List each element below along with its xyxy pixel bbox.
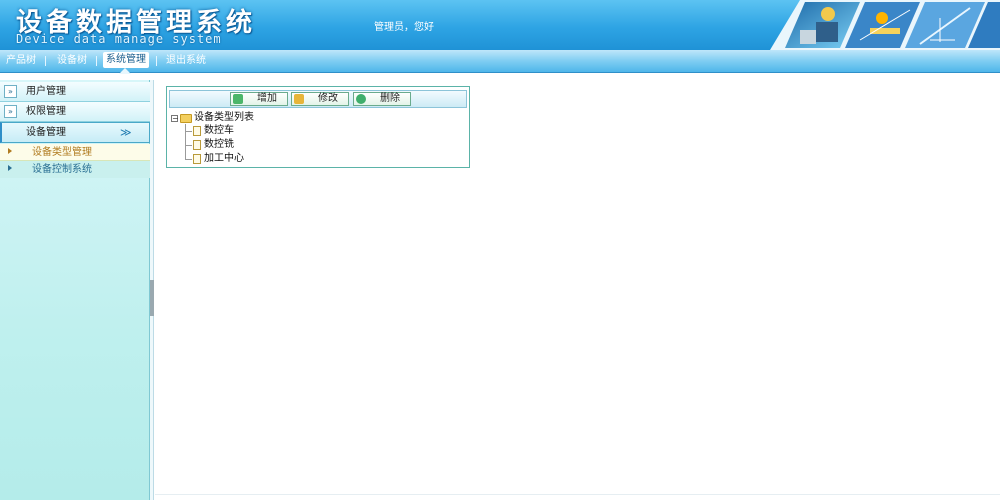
sidebar-group-user-management[interactable]: » 用户管理	[0, 82, 150, 102]
sidebar-item-device-type-management[interactable]: 设备类型管理	[0, 144, 150, 161]
edit-button[interactable]: 修改	[291, 92, 349, 106]
triangle-right-icon	[8, 148, 12, 154]
tree-connector	[185, 159, 192, 160]
sidebar-group-label: 权限管理	[26, 106, 66, 117]
add-button[interactable]: 增加	[230, 92, 288, 106]
file-icon	[193, 154, 201, 164]
double-chevron-right-icon: ≫	[120, 126, 132, 139]
device-type-panel: 增加 修改 删除 − 设备类型列表 数控车 数控铣 加工中心	[166, 86, 470, 168]
double-chevron-right-icon: »	[4, 105, 17, 118]
tree-connector	[185, 145, 192, 146]
nav-active-pointer	[119, 68, 131, 74]
main-nav: 产品树 设备树 系统管理 退出系统	[0, 50, 1000, 73]
tree-node-child[interactable]: 数控铣	[204, 138, 234, 152]
splitter-handle[interactable]	[150, 280, 154, 316]
sidebar: » 用户管理 » 权限管理 设备管理 ≫ 设备类型管理 设备控制系统	[0, 80, 150, 500]
sidebar-group-label: 设备管理	[26, 127, 66, 138]
delete-icon	[356, 94, 366, 104]
edit-icon	[294, 94, 304, 104]
folder-icon	[180, 114, 192, 123]
delete-button[interactable]: 删除	[353, 92, 411, 106]
app-header: 设备数据管理系统 Device data manage system 管理员，您…	[0, 0, 1000, 50]
edit-button-label: 修改	[318, 93, 338, 104]
sidebar-group-permission-management[interactable]: » 权限管理	[0, 102, 150, 122]
add-icon	[233, 94, 243, 104]
tree-node-root[interactable]: 设备类型列表	[194, 111, 254, 125]
tree-node-child[interactable]: 加工中心	[204, 152, 244, 166]
content-bottom-border	[155, 494, 1000, 495]
welcome-text: 管理员，您好	[374, 22, 434, 33]
app-subtitle: Device data manage system	[16, 32, 222, 46]
toolbar: 增加 修改 删除	[169, 90, 467, 108]
nav-separator	[96, 56, 97, 66]
sidebar-item-device-control-system[interactable]: 设备控制系统	[0, 161, 150, 178]
tree-connector	[185, 124, 186, 159]
nav-item-device-tree[interactable]: 设备树	[57, 50, 87, 72]
header-banner-image	[770, 0, 1000, 50]
sidebar-group-device-management[interactable]: 设备管理 ≫	[0, 122, 150, 143]
delete-button-label: 删除	[380, 93, 400, 104]
file-icon	[193, 140, 201, 150]
tree-node-child[interactable]: 数控车	[204, 124, 234, 138]
double-chevron-right-icon: »	[4, 85, 17, 98]
sidebar-item-label: 设备控制系统	[32, 164, 92, 175]
sidebar-item-label: 设备类型管理	[32, 147, 92, 158]
file-icon	[193, 126, 201, 136]
nav-item-logout[interactable]: 退出系统	[166, 50, 206, 72]
nav-item-system-management[interactable]: 系统管理	[103, 52, 149, 68]
collapse-toggle-icon[interactable]: −	[171, 115, 179, 123]
sidebar-group-label: 用户管理	[26, 86, 66, 97]
nav-item-product-tree[interactable]: 产品树	[6, 50, 36, 72]
tree-connector	[185, 131, 192, 132]
nav-separator	[156, 56, 157, 66]
add-button-label: 增加	[257, 93, 277, 104]
triangle-right-icon	[8, 165, 12, 171]
nav-separator	[45, 56, 46, 66]
